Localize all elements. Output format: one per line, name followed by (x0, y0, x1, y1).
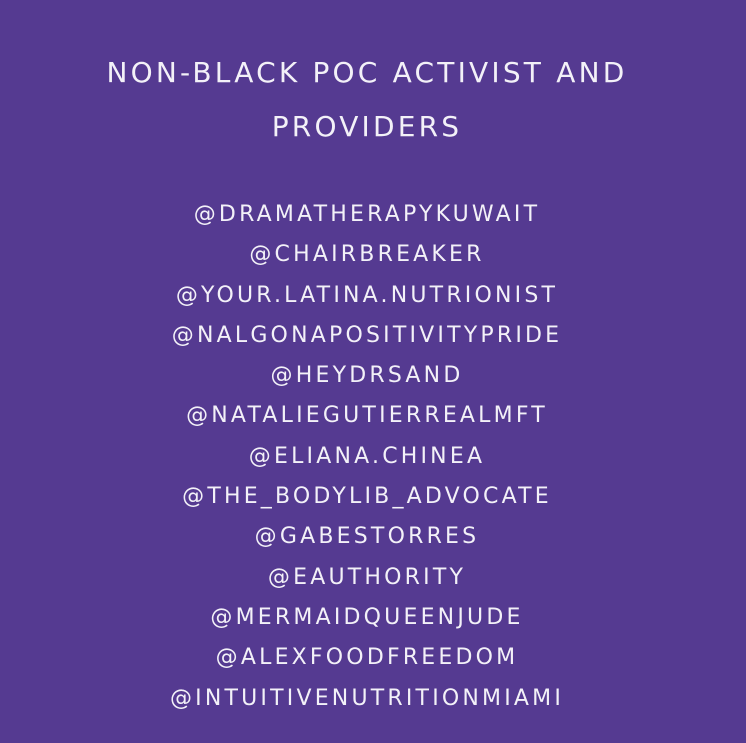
handle-eauthority: @EAUTHORITY (267, 564, 467, 590)
handle-heydrsand: @HEYDRSAND (270, 363, 464, 389)
title-line-2: PROVIDERS (271, 110, 463, 143)
handle-nalgonapositivitypride: @NALGONAPOSITIVITYPRIDE (171, 322, 563, 348)
handle-the-bodylib-advocate: @THE_BODYLIB_ADVOCATE (182, 484, 552, 510)
handle-chairbreaker: @CHAIRBREAKER (249, 242, 485, 268)
title-line-1: NON-BLACK POC ACTIVIST AND (106, 56, 628, 89)
handle-intuitivenutritionmiami: @INTUITIVENUTRITIONMIAMI (169, 685, 565, 711)
handle-nataliegutierrealmft: @NATALIEGUTIERREALMFT (186, 403, 548, 429)
handle-eliana-chinea: @ELIANA.CHINEA (248, 443, 486, 469)
handle-your-latina-nutrionist: @YOUR.LATINA.NUTRIONIST (175, 282, 559, 308)
handle-mermaidqueenjude: @MERMAIDQUEENJUDE (210, 604, 524, 630)
handle-gabestorres: @GABESTORRES (254, 524, 480, 550)
handle-alexfoodfreedom: @ALEXFOODFREEDOM (215, 645, 519, 671)
handle-list: @DRAMATHERAPYKUWAIT @CHAIRBREAKER @YOUR.… (0, 195, 734, 719)
post-image: NON-BLACK POC ACTIVIST AND PROVIDERS @DR… (0, 0, 746, 743)
handle-dramatherapykuwait: @DRAMATHERAPYKUWAIT (193, 202, 541, 227)
page-title: NON-BLACK POC ACTIVIST AND PROVIDERS (0, 46, 734, 154)
